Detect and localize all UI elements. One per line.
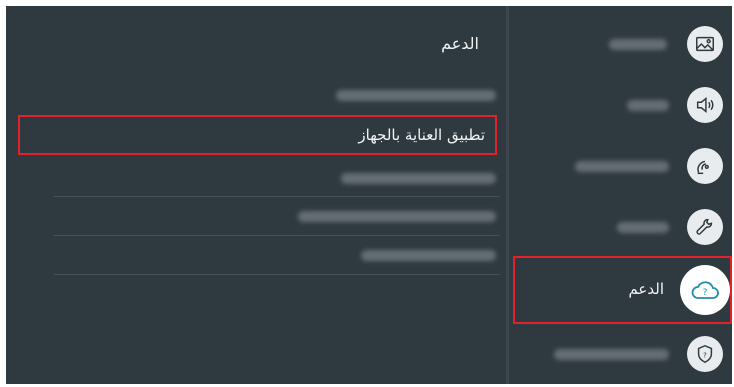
support-cloud-icon: ? xyxy=(680,265,730,315)
broadcast-icon xyxy=(687,148,723,184)
wrench-icon xyxy=(687,209,723,245)
divider-line xyxy=(54,235,500,236)
panel-item-blurred-2[interactable] xyxy=(341,173,496,184)
panel-item-blurred-1[interactable] xyxy=(336,90,496,101)
sidebar-item-label-blurred xyxy=(609,39,667,50)
sidebar-item-broadcast[interactable] xyxy=(509,136,732,196)
picture-icon xyxy=(687,26,723,62)
divider-line xyxy=(54,274,500,275)
sidebar-item-support-label: الدعم xyxy=(628,280,664,298)
sidebar-item-label-blurred xyxy=(617,222,669,233)
sidebar-item-label-blurred xyxy=(554,349,669,360)
panel-item-device-care-label: تطبيق العناية بالجهاز xyxy=(358,126,485,144)
svg-text:?: ? xyxy=(703,351,707,360)
sound-icon xyxy=(687,87,723,123)
panel-item-device-care[interactable]: تطبيق العناية بالجهاز xyxy=(18,115,497,155)
panel-item-blurred-3[interactable] xyxy=(298,211,496,222)
tv-settings-screen: الدعم تطبيق العناية بالجهاز الدعم ? ? xyxy=(6,6,732,384)
sidebar-item-general[interactable] xyxy=(509,197,732,257)
panel-item-blurred-4[interactable] xyxy=(361,250,496,261)
sidebar-item-privacy[interactable]: ? xyxy=(509,324,732,384)
sidebar-item-sound[interactable] xyxy=(509,75,732,135)
sidebar-item-support[interactable]: الدعم ? xyxy=(509,260,732,320)
sidebar-item-label-blurred xyxy=(575,161,669,172)
sidebar-item-picture[interactable] xyxy=(509,14,732,74)
privacy-shield-icon: ? xyxy=(687,336,723,372)
svg-text:?: ? xyxy=(703,288,708,298)
settings-sidebar: الدعم ? ? xyxy=(509,6,732,384)
panel-title: الدعم xyxy=(441,34,479,53)
sidebar-item-label-blurred xyxy=(627,100,669,111)
divider-line xyxy=(54,196,500,197)
